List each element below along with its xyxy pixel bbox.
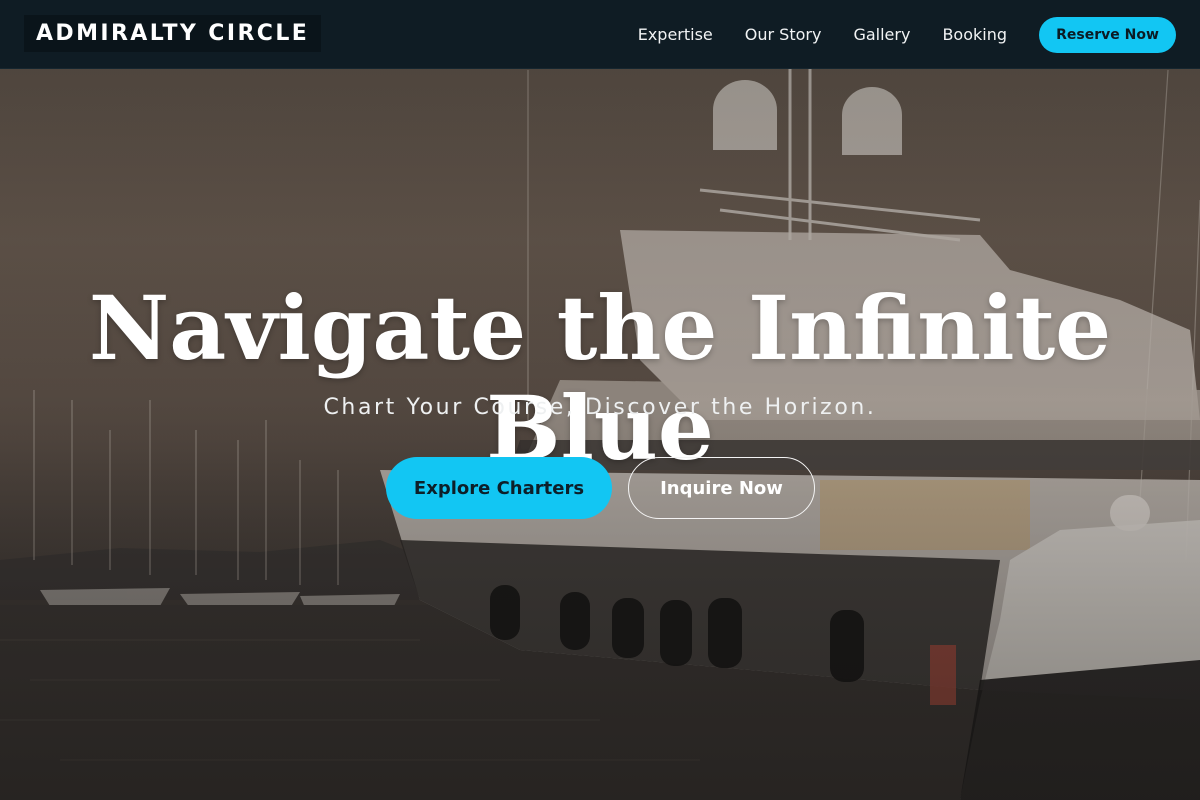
nav-link-booking[interactable]: Booking <box>942 25 1007 44</box>
explore-charters-button[interactable]: Explore Charters <box>386 457 612 519</box>
reserve-now-button[interactable]: Reserve Now <box>1039 16 1176 53</box>
top-navigation-bar: ADMIRALTY CIRCLE Expertise Our Story Gal… <box>0 0 1200 69</box>
hero-cta-row: Explore Charters Inquire Now <box>386 457 815 519</box>
brand-logo[interactable]: ADMIRALTY CIRCLE <box>24 15 322 52</box>
nav-link-our-story[interactable]: Our Story <box>745 25 822 44</box>
hero-title: Navigate the Infinite Blue <box>88 276 1112 480</box>
nav-link-expertise[interactable]: Expertise <box>638 25 713 44</box>
inquire-now-button[interactable]: Inquire Now <box>628 457 815 519</box>
hero-subtitle: Chart Your Course, Discover the Horizon. <box>323 395 877 420</box>
nav-link-gallery[interactable]: Gallery <box>853 25 910 44</box>
nav-links: Expertise Our Story Gallery Booking Rese… <box>638 0 1200 69</box>
